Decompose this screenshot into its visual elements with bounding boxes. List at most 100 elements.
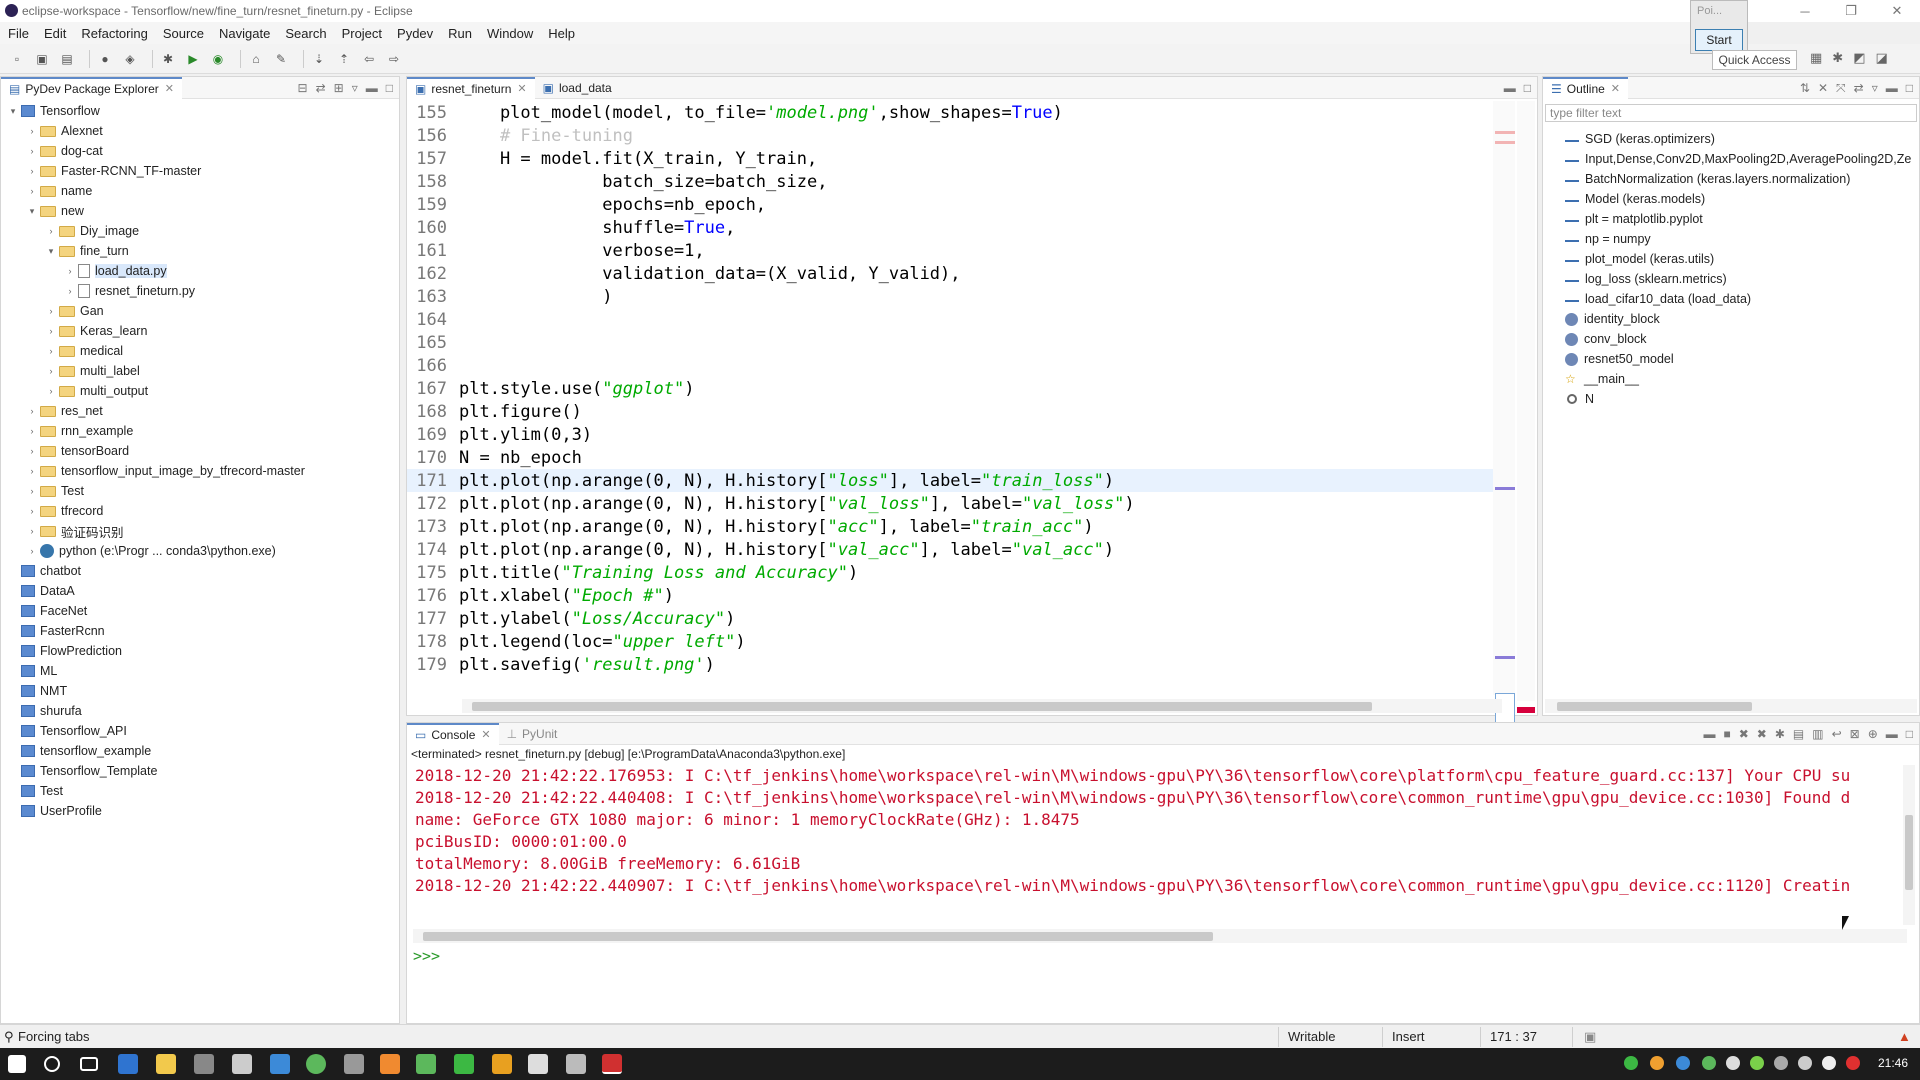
tree-item[interactable]: › tensorBoard <box>26 441 130 461</box>
code-line[interactable]: 169 plt.ylim(0,3) <box>407 423 1497 446</box>
scroll-lock-icon[interactable]: ▥ <box>1812 727 1823 741</box>
sort-icon[interactable]: ⇅ <box>1800 81 1810 96</box>
maximize-icon[interactable]: □ <box>1906 81 1913 96</box>
code-line[interactable]: 166 <box>407 354 1497 377</box>
debug-icon[interactable]: ● <box>96 50 114 68</box>
editor-vscroll[interactable] <box>1517 101 1535 701</box>
pin-console-icon[interactable]: ⊠ <box>1850 727 1860 741</box>
photos-icon[interactable] <box>528 1054 548 1074</box>
outline-item[interactable]: plt = matplotlib.pyplot <box>1565 209 1703 229</box>
open-perspective-icon[interactable]: ▦ <box>1810 50 1822 66</box>
coverage-icon[interactable]: ◈ <box>121 50 139 68</box>
ime-icon[interactable] <box>1822 1056 1836 1070</box>
tree-item[interactable]: Test <box>7 781 63 801</box>
chevron-right-icon[interactable]: › <box>26 466 38 476</box>
explorer-icon[interactable] <box>156 1054 176 1074</box>
tree-item[interactable]: › load_data.py <box>64 261 167 281</box>
console-hscroll[interactable] <box>413 929 1907 943</box>
app-icon[interactable] <box>454 1054 474 1074</box>
edge-icon[interactable] <box>118 1054 138 1074</box>
outline-item[interactable]: log_loss (sklearn.metrics) <box>1565 269 1727 289</box>
tab-resnet-fineturn[interactable]: ▣ resnet_fineturn ✕ <box>407 76 535 99</box>
back-icon[interactable]: ⇦ <box>360 50 378 68</box>
chevron-right-icon[interactable]: › <box>26 126 38 136</box>
chevron-right-icon[interactable]: › <box>26 166 38 176</box>
console-prompt[interactable]: >>> <box>413 947 440 965</box>
tray-icon[interactable] <box>1750 1056 1764 1070</box>
overview-ruler[interactable] <box>1493 101 1515 773</box>
tree-item[interactable]: › name <box>26 181 93 201</box>
close-icon[interactable]: ✕ <box>165 82 174 95</box>
tree-item[interactable]: ▾ Tensorflow <box>7 101 100 121</box>
tree-item[interactable]: › Gan <box>45 301 104 321</box>
code-line[interactable]: 171 plt.plot(np.arange(0, N), H.history["… <box>407 469 1497 492</box>
word-wrap-icon[interactable]: ↩ <box>1832 727 1842 741</box>
chevron-right-icon[interactable]: › <box>26 426 38 436</box>
chevron-right-icon[interactable]: › <box>26 546 38 556</box>
tree-item[interactable]: Tensorflow_Template <box>7 761 157 781</box>
menu-refactoring[interactable]: Refactoring <box>81 26 147 41</box>
run-icon[interactable]: ▶ <box>184 50 202 68</box>
view-menu-icon[interactable]: ▿ <box>1872 81 1878 96</box>
chevron-down-icon[interactable]: ▾ <box>7 106 19 117</box>
outline-item[interactable]: SGD (keras.optimizers) <box>1565 129 1715 149</box>
menu-file[interactable]: File <box>8 26 29 41</box>
tree-item[interactable]: › res_net <box>26 401 103 421</box>
outline-item[interactable]: BatchNormalization (keras.layers.normali… <box>1565 169 1850 189</box>
code-line[interactable]: 156 # Fine-tuning <box>407 124 1497 147</box>
tray-icon[interactable] <box>1846 1056 1860 1070</box>
code-line[interactable]: 179 plt.savefig('result.png') <box>407 653 1497 676</box>
tree-item[interactable]: DataA <box>7 581 75 601</box>
code-line[interactable]: 167 plt.style.use("ggplot") <box>407 377 1497 400</box>
close-button[interactable]: ✕ <box>1874 0 1920 22</box>
prev-annotation-icon[interactable]: ⇡ <box>335 50 353 68</box>
tree-item[interactable]: NMT <box>7 681 67 701</box>
tree-item[interactable]: › multi_output <box>45 381 149 401</box>
chevron-down-icon[interactable]: ▾ <box>26 206 38 217</box>
minimize-icon[interactable]: ▬ <box>1886 81 1898 96</box>
view-menu-icon[interactable]: ▿ <box>352 81 358 95</box>
maximize-icon[interactable]: □ <box>1524 81 1531 95</box>
windows-start-icon[interactable] <box>8 1055 26 1073</box>
new-icon[interactable]: ▫ <box>8 50 26 68</box>
tree-item[interactable]: › multi_label <box>45 361 140 381</box>
outline-item[interactable]: plot_model (keras.utils) <box>1565 249 1714 269</box>
code-line[interactable]: 159 epochs=nb_epoch, <box>407 193 1497 216</box>
console-display-icon[interactable]: ▬ <box>1703 727 1715 741</box>
menu-window[interactable]: Window <box>487 26 533 41</box>
eclipse-task-icon[interactable] <box>602 1054 622 1074</box>
code-line[interactable]: 165 <box>407 331 1497 354</box>
code-editor[interactable]: 155 plot_model(model, to_file='model.png… <box>407 101 1502 773</box>
outline-item[interactable]: identity_block <box>1565 309 1660 329</box>
chevron-right-icon[interactable]: › <box>45 306 57 316</box>
task-view-icon[interactable] <box>80 1057 98 1071</box>
tree-item[interactable]: › Keras_learn <box>45 321 148 341</box>
save-all-icon[interactable]: ▤ <box>58 50 76 68</box>
tray-icon[interactable] <box>1702 1056 1716 1070</box>
chevron-right-icon[interactable]: › <box>64 266 76 276</box>
menu-run[interactable]: Run <box>448 26 472 41</box>
pydev-perspective-icon[interactable]: ◩ <box>1853 50 1865 66</box>
chevron-right-icon[interactable]: › <box>26 406 38 416</box>
outline-hscroll[interactable] <box>1545 699 1917 713</box>
clock[interactable]: 21:46 <box>1878 1056 1908 1070</box>
tree-item[interactable]: chatbot <box>7 561 81 581</box>
code-line[interactable]: 160 shuffle=True, <box>407 216 1497 239</box>
chevron-right-icon[interactable]: › <box>45 366 57 376</box>
tree-item[interactable]: › resnet_fineturn.py <box>64 281 195 301</box>
code-line[interactable]: 155 plot_model(model, to_file='model.png… <box>407 101 1497 124</box>
code-line[interactable]: 174 plt.plot(np.arange(0, N), H.history["… <box>407 538 1497 561</box>
tree-item[interactable]: › 验证码识别 <box>26 521 124 541</box>
code-line[interactable]: 173 plt.plot(np.arange(0, N), H.history["… <box>407 515 1497 538</box>
remove-launch-icon[interactable]: ✖ <box>1739 727 1749 741</box>
start-button[interactable]: Start <box>1695 29 1743 51</box>
chevron-right-icon[interactable]: › <box>45 346 57 356</box>
menu-pydev[interactable]: Pydev <box>397 26 433 41</box>
minimize-icon[interactable]: ▬ <box>1886 727 1898 741</box>
code-line[interactable]: 162 validation_data=(X_valid, Y_valid), <box>407 262 1497 285</box>
code-line[interactable]: 163 ) <box>407 285 1497 308</box>
code-line[interactable]: 168 plt.figure() <box>407 400 1497 423</box>
tree-item[interactable]: › dog-cat <box>26 141 103 161</box>
next-annotation-icon[interactable]: ⇣ <box>310 50 328 68</box>
tree-item[interactable]: › medical <box>45 341 124 361</box>
